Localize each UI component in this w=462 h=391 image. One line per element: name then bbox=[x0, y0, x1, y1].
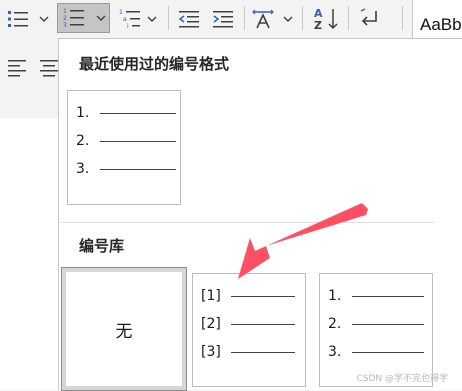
numbering-bracket-format[interactable]: [1] [2] [3] bbox=[192, 273, 306, 387]
numbering-library-dropdown: 最近使用过的编号格式 1. 2. 3. 编号库 无 [1] [2] [3] 1.… bbox=[58, 38, 462, 391]
svg-text:Z: Z bbox=[314, 19, 322, 32]
numbered-list-icon: 1 2 3 bbox=[63, 8, 105, 29]
placeholder-line bbox=[231, 323, 295, 325]
numbering-library-title: 编号库 bbox=[79, 237, 125, 255]
multilevel-list-icon: 1 a i bbox=[119, 9, 157, 30]
placeholder-line bbox=[231, 295, 295, 297]
list-item: 3. bbox=[328, 344, 424, 360]
ribbon-separator bbox=[402, 6, 403, 30]
list-item: 2. bbox=[76, 133, 176, 149]
placeholder-line bbox=[100, 112, 176, 114]
number-label: 1. bbox=[76, 105, 90, 121]
number-label: [3] bbox=[201, 344, 221, 360]
increase-indent-button[interactable] bbox=[208, 4, 238, 34]
multilevel-list-button[interactable]: 1 a i bbox=[116, 4, 162, 34]
align-left-icon bbox=[8, 60, 26, 77]
number-label: 3. bbox=[328, 344, 342, 360]
ribbon-separator bbox=[348, 6, 349, 30]
increase-indent-icon bbox=[213, 11, 233, 28]
number-label: [2] bbox=[201, 316, 221, 332]
bullets-button[interactable] bbox=[2, 4, 52, 34]
list-item: 3. bbox=[76, 161, 176, 177]
none-option-inner: 无 bbox=[66, 272, 182, 386]
svg-text:a: a bbox=[123, 16, 127, 23]
align-center-button[interactable] bbox=[36, 52, 58, 82]
style-preview-text: AaBb bbox=[420, 15, 462, 34]
numbering-decimal-format[interactable]: 1. 2. 3. bbox=[319, 273, 433, 387]
list-item: 1. bbox=[76, 105, 176, 121]
align-left-button[interactable] bbox=[2, 52, 32, 82]
list-item: [1] bbox=[201, 288, 295, 304]
character-spacing-button[interactable] bbox=[250, 4, 296, 34]
ribbon-separator bbox=[168, 6, 169, 30]
recent-numbering-format[interactable]: 1. 2. 3. bbox=[67, 90, 181, 205]
watermark: CSDN @学不完也得学 bbox=[356, 374, 448, 384]
none-label: 无 bbox=[115, 321, 133, 342]
number-label: [1] bbox=[201, 288, 221, 304]
placeholder-line bbox=[352, 295, 424, 297]
placeholder-line bbox=[231, 351, 295, 353]
show-formatting-marks-button[interactable] bbox=[354, 4, 388, 34]
ribbon-separator bbox=[244, 6, 245, 30]
bullet-list-icon bbox=[8, 11, 49, 27]
section-divider bbox=[61, 222, 434, 223]
placeholder-line bbox=[100, 168, 176, 170]
line-break-arrow-icon bbox=[360, 8, 377, 26]
ribbon-separator bbox=[302, 6, 303, 30]
align-center-icon bbox=[40, 60, 58, 77]
number-label: 2. bbox=[76, 133, 90, 149]
sort-button[interactable]: A Z bbox=[308, 4, 344, 34]
list-item: [3] bbox=[201, 344, 295, 360]
numbering-button[interactable]: 1 2 3 bbox=[57, 3, 110, 33]
sort-icon: A Z bbox=[314, 7, 338, 32]
svg-text:2: 2 bbox=[63, 15, 67, 22]
svg-text:1: 1 bbox=[63, 8, 67, 15]
numbering-none-option[interactable]: 无 bbox=[61, 267, 187, 391]
placeholder-line bbox=[352, 351, 424, 353]
svg-text:3: 3 bbox=[63, 22, 67, 29]
recent-formats-title: 最近使用过的编号格式 bbox=[79, 55, 230, 73]
svg-text:i: i bbox=[127, 23, 129, 30]
list-item: [2] bbox=[201, 316, 295, 332]
number-label: 2. bbox=[328, 316, 342, 332]
number-label: 3. bbox=[76, 161, 90, 177]
list-item: 1. bbox=[328, 288, 424, 304]
number-label: 1. bbox=[328, 288, 342, 304]
decrease-indent-button[interactable] bbox=[174, 4, 204, 34]
svg-text:1: 1 bbox=[119, 9, 123, 16]
placeholder-line bbox=[100, 140, 176, 142]
document-area[interactable] bbox=[0, 118, 60, 390]
placeholder-line bbox=[352, 323, 424, 325]
list-item: 2. bbox=[328, 316, 424, 332]
character-spacing-icon bbox=[252, 9, 293, 29]
decrease-indent-icon bbox=[178, 11, 199, 28]
